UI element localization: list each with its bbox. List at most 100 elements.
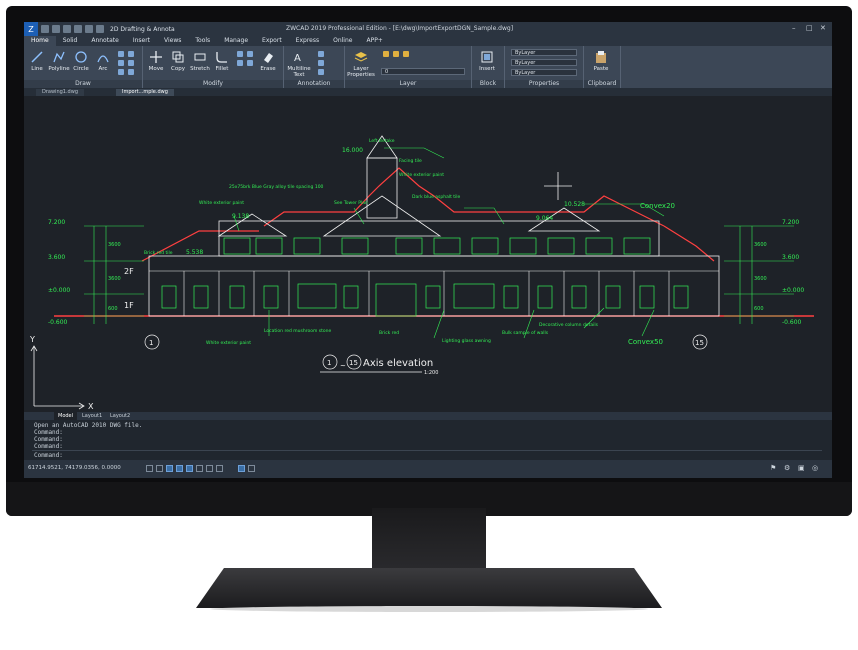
app-logo-icon[interactable]: Z [24, 22, 38, 36]
multiline-text-button[interactable]: A Multiline Text [286, 50, 312, 78]
annotation-scale-icon[interactable]: ⚑ [770, 464, 776, 472]
dynamic-input-toggle[interactable] [248, 465, 255, 472]
dimension-icon[interactable] [318, 51, 324, 57]
window-title: ZWCAD 2019 Professional Edition - [E:\dw… [286, 25, 514, 32]
command-prompt: Command: [34, 452, 63, 459]
insert-block-button[interactable]: Insert [476, 50, 498, 72]
layer-freeze-icon[interactable] [393, 51, 399, 57]
circle-button[interactable]: Circle [70, 50, 92, 72]
open-file-icon[interactable] [52, 25, 60, 33]
rotate-icon[interactable] [237, 51, 243, 57]
point-icon[interactable] [128, 69, 134, 75]
screen: Z 2D Drafting & Annota ZWCAD 2019 Profes… [24, 22, 832, 478]
lineweight-toggle[interactable] [206, 465, 213, 472]
otrack-toggle[interactable] [196, 465, 203, 472]
dimension-label: 600 [754, 306, 764, 312]
tab-manage[interactable]: Manage [217, 36, 255, 46]
tab-insert[interactable]: Insert [126, 36, 157, 46]
spline-icon[interactable] [128, 60, 134, 66]
model-space-toggle[interactable] [216, 465, 223, 472]
leader-icon[interactable] [318, 60, 324, 66]
annotation-text: Facing tile [399, 158, 422, 164]
tab-home[interactable]: Home [24, 36, 56, 46]
scale-icon[interactable] [237, 60, 243, 66]
linetype-dropdown[interactable]: ByLayer [511, 59, 577, 66]
layer-properties-button[interactable]: Layer Properties [347, 50, 375, 78]
rectangle-icon[interactable] [118, 51, 124, 57]
osnap-toggle[interactable] [186, 465, 193, 472]
layer-dropdown[interactable]: 0 [381, 68, 465, 75]
layer-on-icon[interactable] [383, 51, 389, 57]
annotation-text: Left Betake [369, 138, 395, 144]
table-icon[interactable] [318, 69, 324, 75]
monitor-stand-base [196, 568, 662, 608]
polyline-button[interactable]: Polyline [48, 50, 70, 72]
mirror-icon[interactable] [247, 51, 253, 57]
title-tilde: ~ [340, 362, 346, 370]
modify-group-label: Modify [143, 80, 283, 88]
hatch-icon[interactable] [118, 60, 124, 66]
paste-button[interactable]: Paste [590, 50, 612, 72]
status-bar: 61714.9521, 74179.0356, 0.0000 ⚑ ⚙ ▣ ◎ [24, 460, 832, 478]
elevation-mark: 10.528 [564, 201, 585, 208]
axis-bubble-label: 15 [695, 339, 704, 347]
save-icon[interactable] [63, 25, 71, 33]
close-icon[interactable]: ✕ [820, 24, 826, 32]
document-tabs: Drawing1.dwg Import...mple.dwg [24, 88, 832, 96]
tab-app-plus[interactable]: APP+ [359, 36, 389, 46]
annotation-text: Brick red tile [144, 250, 173, 256]
maximize-icon[interactable]: □ [806, 24, 813, 32]
tab-layout1[interactable]: Layout1 [78, 412, 106, 420]
color-dropdown[interactable]: ByLayer [511, 49, 577, 56]
trim-icon[interactable] [247, 60, 253, 66]
workspace-switch-icon[interactable]: ⚙ [784, 464, 790, 472]
tab-layout2[interactable]: Layout2 [106, 412, 134, 420]
region-icon[interactable] [118, 69, 124, 75]
lineweight-dropdown[interactable]: ByLayer [511, 69, 577, 76]
minimize-icon[interactable]: – [792, 24, 796, 32]
paste-icon [596, 51, 606, 63]
undo-icon[interactable] [85, 25, 93, 33]
tab-export[interactable]: Export [255, 36, 289, 46]
dimension-label: 3600 [108, 242, 121, 248]
arc-icon [97, 55, 109, 63]
workspace-selector[interactable]: 2D Drafting & Annota [110, 26, 175, 33]
arc-button[interactable]: Arc [92, 50, 114, 72]
tab-solid[interactable]: Solid [56, 36, 85, 46]
polar-toggle[interactable] [176, 465, 183, 472]
doc-tab-drawing1[interactable]: Drawing1.dwg [36, 89, 84, 96]
annotation-text: White exterior paint [206, 340, 251, 346]
print-icon[interactable] [74, 25, 82, 33]
ortho-toggle[interactable] [166, 465, 173, 472]
snap-toggle[interactable] [146, 465, 153, 472]
svg-text:A: A [294, 53, 301, 64]
selection-toggle[interactable] [238, 465, 245, 472]
doc-tab-import-sample[interactable]: Import...mple.dwg [116, 89, 174, 96]
move-button[interactable]: Move [145, 50, 167, 72]
tab-annotate[interactable]: Annotate [84, 36, 125, 46]
layer-lock-icon[interactable] [403, 51, 409, 57]
clean-screen-icon[interactable]: ◎ [812, 464, 818, 472]
erase-button[interactable]: Erase [257, 50, 279, 72]
tab-express[interactable]: Express [289, 36, 326, 46]
grid-toggle[interactable] [156, 465, 163, 472]
tab-tools[interactable]: Tools [188, 36, 217, 46]
annotation-text: Location red mushroom stone [264, 328, 331, 334]
redo-icon[interactable] [96, 25, 104, 33]
block-group: Insert Block [472, 46, 505, 88]
fillet-button[interactable]: Fillet [211, 50, 233, 72]
clipboard-group: Paste Clipboard [584, 46, 621, 88]
ellipse-icon[interactable] [128, 51, 134, 57]
dimension-label: 600 [108, 306, 118, 312]
stretch-button[interactable]: Stretch [189, 50, 211, 72]
lock-icon[interactable]: ▣ [798, 464, 805, 472]
new-file-icon[interactable] [41, 25, 49, 33]
copy-button[interactable]: Copy [167, 50, 189, 72]
tab-online[interactable]: Online [326, 36, 359, 46]
command-history-line: Command: [34, 429, 63, 436]
command-input[interactable]: Command: [32, 450, 822, 459]
tab-views[interactable]: Views [157, 36, 188, 46]
tab-model[interactable]: Model [54, 412, 78, 420]
drawing-canvas[interactable]: Left Betake Facing tile White exterior p… [24, 96, 832, 412]
line-button[interactable]: Line [26, 50, 48, 72]
